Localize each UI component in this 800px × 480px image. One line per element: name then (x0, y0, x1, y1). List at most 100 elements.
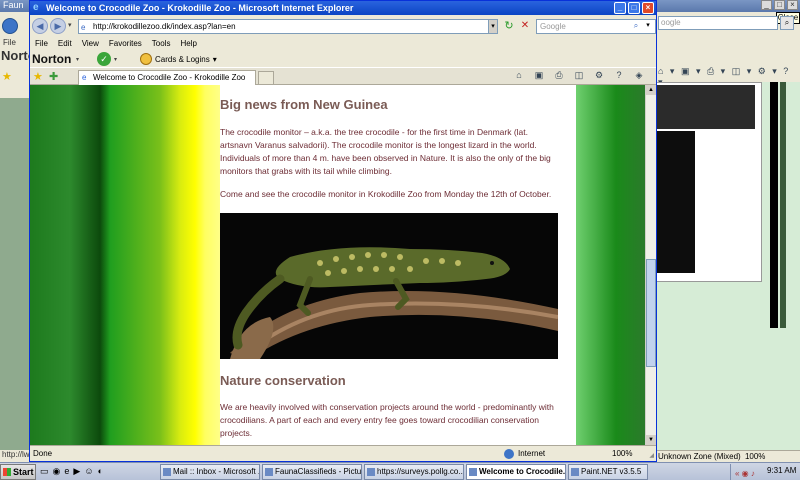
taskbar-item-mail[interactable]: Mail :: Inbox - Microsoft ... (160, 464, 260, 480)
minimize-button[interactable]: _ (614, 2, 626, 14)
background-page-content (0, 98, 30, 450)
start-button[interactable]: Start (0, 464, 36, 480)
search-options-dropdown[interactable]: ▾ (642, 19, 654, 32)
cards-logins-button[interactable]: Cards & Logins ▾ (140, 51, 217, 67)
back-button[interactable]: ◀ (32, 18, 48, 34)
background-zoom[interactable]: 100% (745, 452, 765, 461)
tools-gear-icon[interactable]: ⚙ (592, 70, 606, 81)
taskbar-item-crocodile-zoo[interactable]: Welcome to Crocodile... (466, 464, 566, 480)
home-icon[interactable]: ⌂ (512, 70, 526, 81)
background-menu-file[interactable]: File (3, 38, 16, 47)
page-menu-icon[interactable]: ◫ (572, 70, 586, 81)
zoom-level[interactable]: 100% (612, 446, 632, 461)
background-page (656, 82, 800, 452)
refresh-button[interactable]: ↻ (502, 19, 516, 33)
background-search-input[interactable]: oogle (658, 16, 778, 30)
media-icon[interactable]: ▶ (73, 466, 80, 477)
back-icon[interactable] (2, 18, 18, 34)
favorites-star-icon[interactable]: ★ (33, 70, 43, 83)
taskbar-item-label: https://surveys.pollg.co... (377, 467, 464, 476)
taskbar-item-label: Paint.NET v3.5.5 (581, 467, 642, 476)
research-icon[interactable]: ◈ (632, 70, 646, 81)
ie-logo-icon: e (33, 2, 39, 13)
taskbar-item-faunaclassifieds[interactable]: FaunaClassifieds - Pictur... (262, 464, 362, 480)
maximize-button[interactable]: □ (774, 0, 785, 10)
background-lizard-image (657, 85, 755, 129)
page-icon: e (82, 73, 87, 82)
search-icon[interactable]: ⌕ (780, 16, 794, 30)
address-dropdown-button[interactable]: ▾ (488, 19, 498, 34)
print-icon[interactable]: ⎙ (552, 70, 566, 81)
help-icon[interactable]: ? (612, 70, 626, 81)
scroll-up-arrow-icon[interactable]: ▲ (646, 85, 656, 95)
tab-crocodile-zoo[interactable]: e Welcome to Crocodile Zoo - Krokodille … (78, 70, 256, 85)
forward-button[interactable]: ▶ (50, 18, 66, 34)
close-button[interactable]: × (787, 0, 798, 10)
messenger-icon[interactable]: ☺ (84, 466, 93, 477)
page-icon: e (81, 23, 86, 32)
command-bar: ⌂ ▣ ⎙ ◫ ⚙ ? ◈ (512, 70, 646, 81)
taskbar-item-label: FaunaClassifieds - Pictur... (275, 467, 362, 476)
address-url: http://krokodillezoo.dk/index.asp?lan=en (93, 22, 236, 31)
background-status-text: http://lw (2, 450, 30, 459)
chevron-down-icon[interactable]: ▾ (68, 21, 72, 29)
ie-icon[interactable]: e (64, 466, 69, 477)
stop-button[interactable]: ✕ (518, 19, 532, 33)
right-gradient-border (576, 85, 645, 445)
scroll-thumb[interactable] (646, 259, 656, 367)
page-icon (265, 468, 273, 476)
taskbar-item-label: Mail :: Inbox - Microsoft ... (173, 467, 260, 476)
news-paragraph-2: Come and see the crocodile monitor in Kr… (220, 189, 552, 199)
address-bar-row: ◀ ▶ ▾ e http://krokodillezoo.dk/index.as… (30, 15, 656, 37)
title-bar: e Welcome to Crocodile Zoo - Krokodille … (30, 1, 656, 15)
news-heading: Big news from New Guinea (220, 97, 388, 112)
tray-icons[interactable]: « ◉ ♪ (735, 467, 755, 480)
menu-help[interactable]: Help (180, 37, 196, 51)
favorites-star-icon[interactable]: ★ (2, 70, 12, 83)
background-panel (656, 82, 762, 282)
menu-tools[interactable]: Tools (152, 37, 171, 51)
news-paragraph-1: The crocodile monitor – a.k.a. the tree … (220, 127, 551, 176)
norton-check-icon[interactable]: ✓ (97, 52, 111, 66)
close-button[interactable]: × (642, 2, 654, 14)
address-input[interactable]: e http://krokodillezoo.dk/index.asp?lan=… (78, 19, 498, 34)
norton-logo[interactable]: Norton (32, 51, 71, 67)
menu-view[interactable]: View (82, 37, 99, 51)
desktop-icon[interactable]: ▭ (40, 466, 49, 477)
window-controls: _ □ × (614, 2, 654, 14)
menu-favorites[interactable]: Favorites (109, 37, 142, 51)
app-icon[interactable]: ◐ (98, 466, 103, 477)
menu-bar: File Edit View Favorites Tools Help (30, 37, 656, 51)
chevron-down-icon[interactable]: ▾ (114, 56, 117, 63)
vertical-scrollbar[interactable]: ▲ ▼ (645, 85, 656, 445)
window-title: Welcome to Crocodile Zoo - Krokodille Zo… (46, 3, 354, 13)
ie-icon (469, 468, 477, 476)
menu-file[interactable]: File (35, 37, 48, 51)
maximize-button[interactable]: □ (628, 2, 640, 14)
windows-logo-icon (3, 468, 11, 476)
tab-title: Welcome to Crocodile Zoo - Krokodille Zo… (93, 73, 246, 82)
menu-edit[interactable]: Edit (58, 37, 72, 51)
scroll-down-arrow-icon[interactable]: ▼ (646, 435, 656, 445)
feeds-icon[interactable]: ▣ (532, 70, 546, 81)
mail-icon (163, 468, 171, 476)
cards-logins-label: Cards & Logins (155, 54, 210, 64)
background-command-bar[interactable]: ⌂ ▾ ▣ ▾ ⎙ ▾ ◫ ▾ ⚙ ▾ ? ▾ (658, 66, 798, 87)
clock[interactable]: 9:31 AM (767, 466, 796, 475)
taskbar-item-surveys[interactable]: https://surveys.pollg.co... (364, 464, 464, 480)
add-favorites-icon[interactable]: ✚ (49, 70, 58, 83)
new-tab-button[interactable] (258, 71, 274, 85)
search-icon[interactable]: ⌕ (630, 19, 642, 32)
taskbar-item-paintnet[interactable]: Paint.NET v3.5.5 (568, 464, 648, 480)
quick-launch: ▭ ◉ e ▶ ☺ ◐ (40, 466, 103, 477)
crocodile-monitor-photo (220, 213, 558, 359)
minimize-button[interactable]: _ (761, 0, 772, 10)
page-icon (367, 468, 375, 476)
chevron-down-icon[interactable]: ▾ (76, 56, 79, 63)
browser-icon[interactable]: ◉ (53, 466, 61, 477)
conservation-heading: Nature conservation (220, 373, 346, 388)
status-bar: Done Internet 100% ◢ (30, 445, 656, 461)
security-zone[interactable]: Internet (504, 446, 545, 461)
status-text: Done (33, 449, 53, 458)
lock-icon (140, 53, 152, 65)
